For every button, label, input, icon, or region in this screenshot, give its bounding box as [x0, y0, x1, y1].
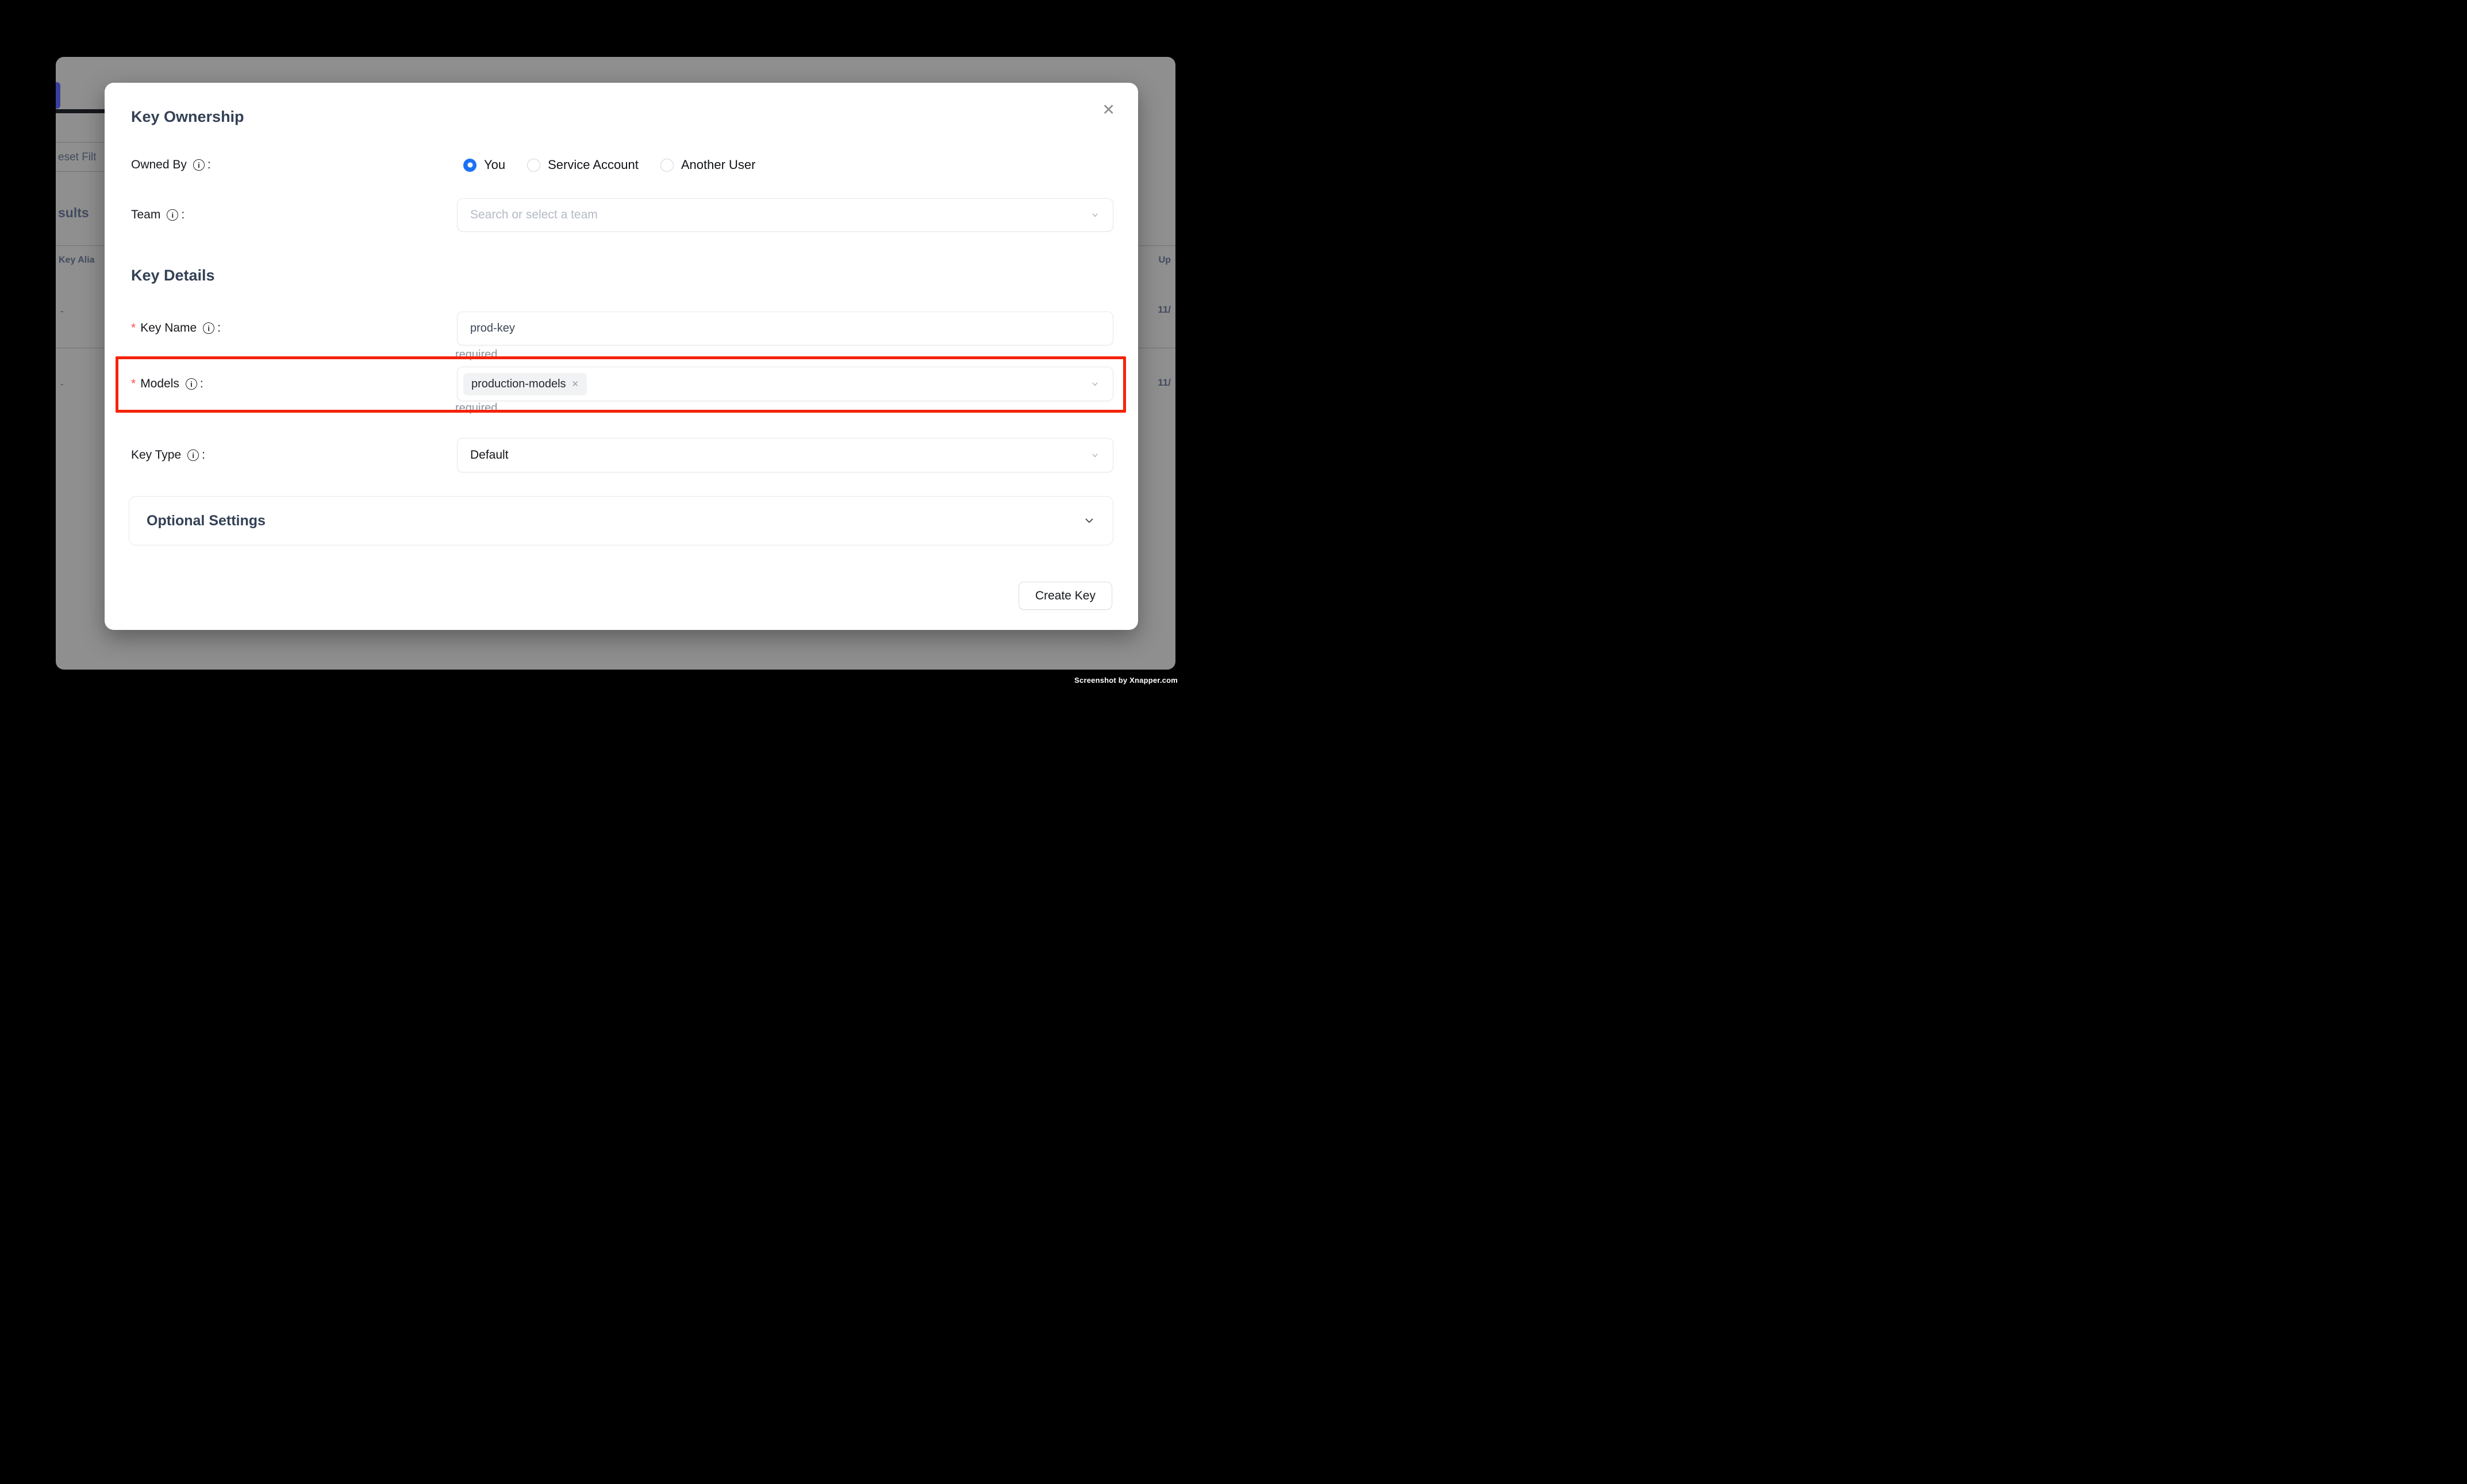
radio-option-another-user[interactable]: Another User	[660, 157, 756, 172]
info-icon	[167, 209, 178, 221]
label-colon: :	[200, 377, 203, 391]
modal-title: Key Ownership	[131, 108, 244, 126]
optional-settings-panel[interactable]: Optional Settings	[129, 496, 1113, 545]
info-icon	[193, 159, 205, 171]
required-asterisk: *	[131, 377, 136, 391]
models-label: * Models :	[131, 374, 203, 394]
create-key-button[interactable]: Create Key	[1019, 582, 1112, 610]
models-select[interactable]: production-models ✕	[457, 367, 1113, 401]
table-row-cell: -	[60, 379, 64, 390]
radio-unselected-icon[interactable]	[660, 159, 674, 172]
divider	[56, 171, 105, 172]
models-required-text: required	[455, 402, 497, 415]
table-row-cell: 11/	[1158, 377, 1171, 389]
team-label: Team :	[131, 205, 185, 225]
radio-selected-icon[interactable]	[463, 159, 477, 172]
table-header-key-alias: Key Alia	[59, 255, 95, 266]
tag-remove-icon[interactable]: ✕	[572, 380, 579, 389]
info-icon	[186, 378, 197, 390]
info-icon	[203, 322, 214, 334]
divider	[56, 142, 105, 143]
key-name-required-text: required	[455, 348, 497, 362]
key-name-input[interactable]	[458, 322, 1113, 335]
radio-label: Service Account	[548, 157, 639, 172]
key-name-label: * Key Name :	[131, 318, 221, 338]
table-row-cell: 11/	[1158, 304, 1171, 316]
team-search-input[interactable]	[458, 208, 1113, 222]
owned-by-label-text: Owned By	[131, 158, 187, 172]
chevron-down-icon[interactable]	[1090, 210, 1100, 220]
label-colon: :	[181, 208, 185, 222]
label-colon: :	[207, 158, 211, 172]
key-type-label: Key Type :	[131, 445, 205, 465]
key-name-field[interactable]	[457, 312, 1113, 345]
radio-option-service-account[interactable]: Service Account	[527, 157, 639, 172]
key-type-value: Default	[470, 448, 509, 462]
screenshot-canvas: eset Filt sults Key Alia Up - 11/ - 11/ …	[0, 0, 1234, 742]
table-header-updated: Up	[1159, 255, 1171, 266]
chevron-down-icon[interactable]	[1090, 450, 1100, 460]
team-label-text: Team	[131, 208, 160, 222]
info-icon	[187, 449, 199, 461]
key-details-section-title: Key Details	[131, 267, 215, 285]
owned-by-label: Owned By :	[131, 155, 211, 175]
team-select[interactable]	[457, 198, 1113, 232]
optional-settings-label: Optional Settings	[147, 513, 266, 529]
required-asterisk: *	[131, 321, 136, 335]
chevron-down-icon[interactable]	[1090, 379, 1100, 389]
label-colon: :	[202, 448, 205, 462]
owned-by-radio-group: You Service Account Another User	[457, 155, 1113, 175]
partial-dark-element	[56, 109, 105, 113]
key-name-label-text: Key Name	[140, 321, 197, 335]
results-count-partial: sults	[58, 205, 89, 221]
reset-filters-partial-button[interactable]: eset Filt	[58, 151, 97, 164]
models-label-text: Models	[140, 377, 179, 391]
radio-option-you[interactable]: You	[463, 157, 505, 172]
model-tag-text: production-models	[471, 378, 566, 391]
table-row-cell: -	[60, 306, 64, 317]
radio-unselected-icon[interactable]	[527, 159, 540, 172]
radio-label: Another User	[681, 157, 756, 172]
selected-model-tag: production-models ✕	[463, 373, 587, 395]
partial-blue-button[interactable]	[56, 82, 60, 109]
key-type-select[interactable]: Default	[457, 438, 1113, 472]
watermark-text: Screenshot by Xnapper.com	[1074, 676, 1178, 685]
key-type-label-text: Key Type	[131, 448, 181, 462]
radio-label: You	[484, 157, 505, 172]
create-key-modal: Key Ownership ✕ Owned By : You Service A…	[105, 83, 1138, 630]
close-icon[interactable]: ✕	[1102, 102, 1115, 118]
chevron-down-icon[interactable]	[1083, 514, 1096, 527]
label-colon: :	[217, 321, 221, 335]
